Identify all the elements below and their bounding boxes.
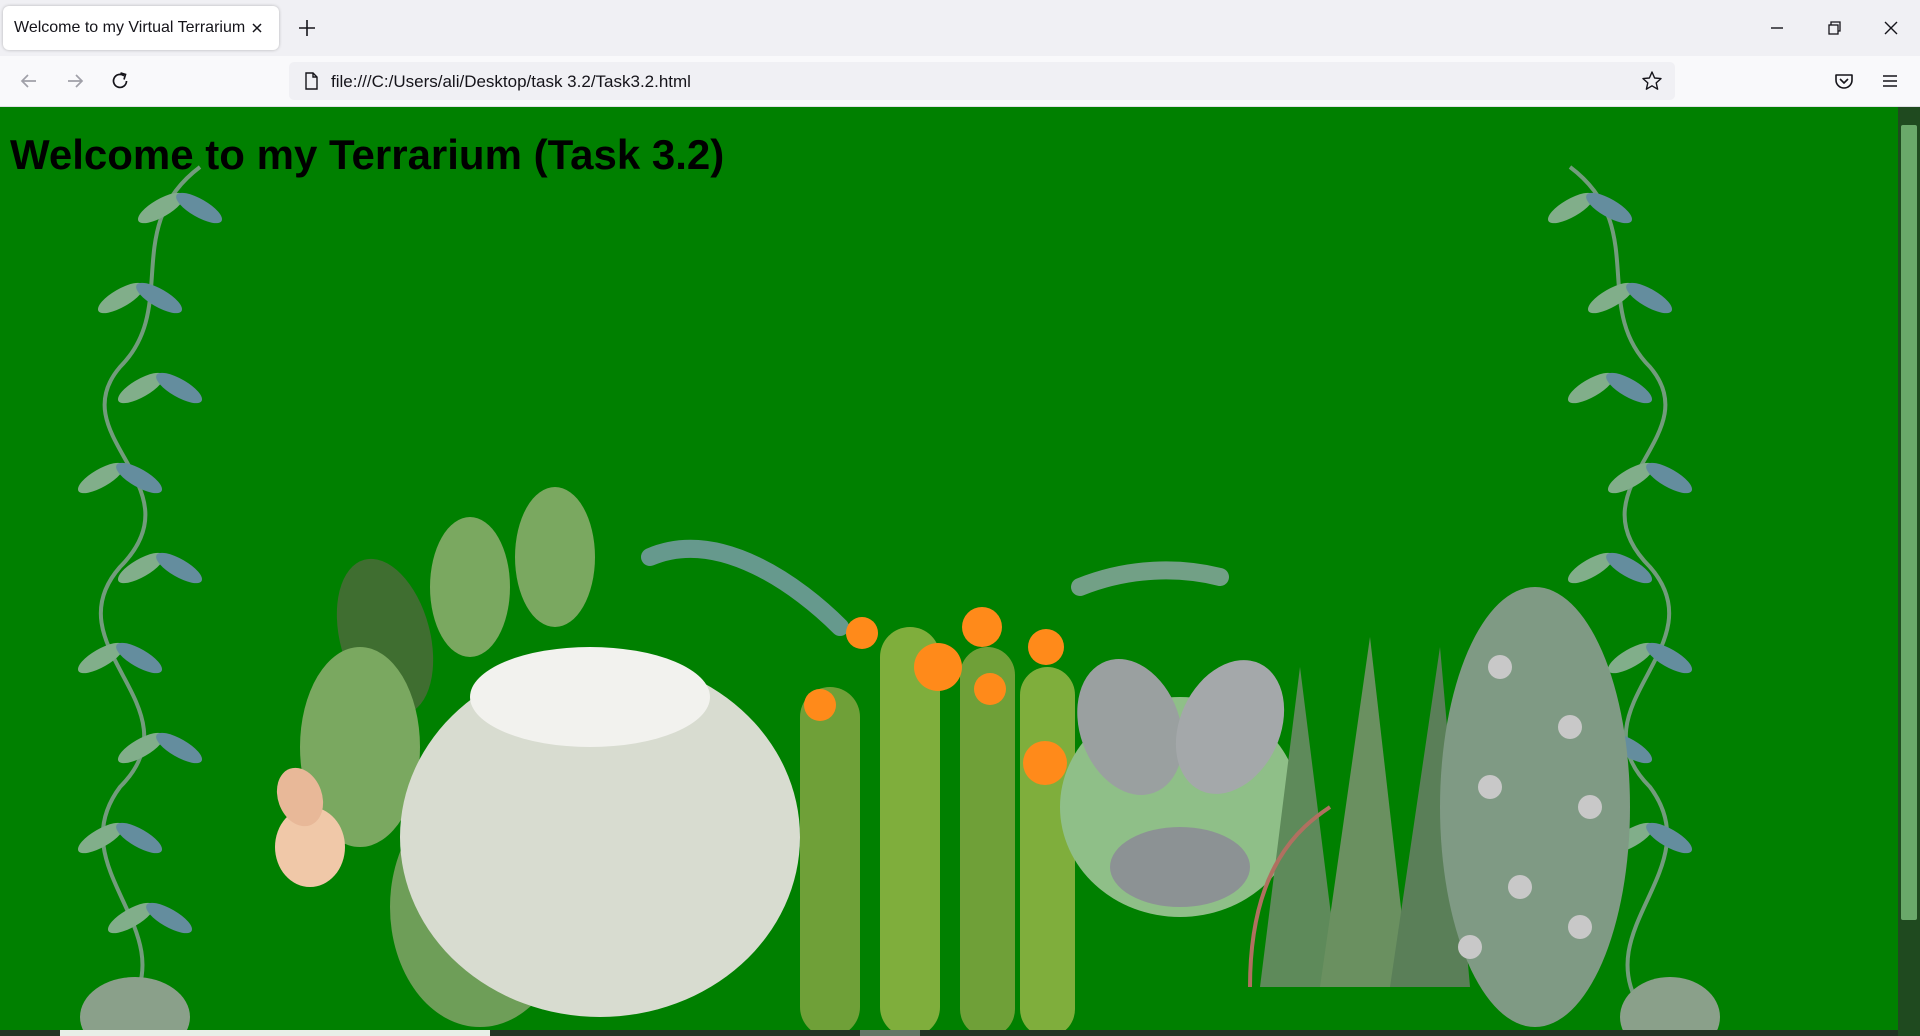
forward-arrow-icon[interactable] bbox=[62, 68, 88, 94]
minimize-icon[interactable] bbox=[1763, 14, 1791, 42]
tab-close-icon[interactable] bbox=[245, 16, 269, 40]
close-window-icon[interactable] bbox=[1877, 14, 1905, 42]
hamburger-menu-icon[interactable] bbox=[1877, 68, 1903, 94]
bookmark-star-icon[interactable] bbox=[1641, 70, 1663, 92]
url-text[interactable]: file:///C:/Users/ali/Desktop/task 3.2/Ta… bbox=[331, 72, 691, 92]
page-viewport: Welcome to my Terrarium (Task 3.2) bbox=[0, 107, 1898, 1036]
left-vine bbox=[73, 165, 227, 1009]
address-bar[interactable]: file:///C:/Users/ali/Desktop/task 3.2/Ta… bbox=[289, 62, 1675, 100]
tab-strip: Welcome to my Virtual Terrarium bbox=[0, 0, 1920, 56]
back-arrow-icon[interactable] bbox=[16, 68, 42, 94]
browser-tab[interactable]: Welcome to my Virtual Terrarium bbox=[3, 6, 279, 50]
page-icon bbox=[301, 71, 321, 91]
horizontal-scrollbar-thumb[interactable] bbox=[60, 1030, 490, 1036]
nav-toolbar: file:///C:/Users/ali/Desktop/task 3.2/Ta… bbox=[0, 56, 1920, 107]
tab-title: Welcome to my Virtual Terrarium bbox=[14, 19, 246, 36]
reload-icon[interactable] bbox=[107, 68, 133, 94]
restore-icon[interactable] bbox=[1820, 14, 1848, 42]
horizontal-scrollbar-marker bbox=[860, 1030, 920, 1036]
horizontal-scrollbar[interactable] bbox=[0, 1030, 1898, 1036]
pocket-icon[interactable] bbox=[1831, 68, 1857, 94]
terrarium-plants-illustration bbox=[73, 165, 1720, 1036]
new-tab-plus-icon[interactable] bbox=[293, 14, 321, 42]
vertical-scrollbar[interactable] bbox=[1898, 107, 1920, 1036]
scrollbar-thumb[interactable] bbox=[1901, 125, 1917, 920]
